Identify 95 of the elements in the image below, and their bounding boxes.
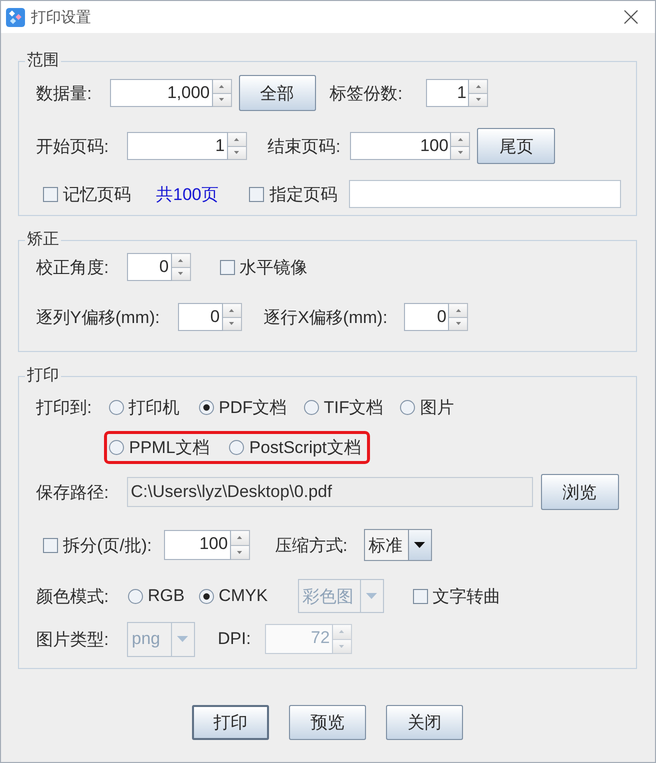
up-arrow-icon (237, 536, 242, 540)
spin-up-button[interactable] (212, 79, 232, 92)
radio-button[interactable] (198, 588, 214, 604)
number-field[interactable]: 1 (426, 79, 470, 107)
field-label: 结束页码: (268, 136, 340, 158)
window-title: 打印设置 (31, 8, 92, 26)
radio-label[interactable]: RGB (148, 586, 185, 606)
spin-down-button[interactable] (451, 146, 470, 160)
spin-up-button[interactable] (230, 530, 250, 544)
app-icon (6, 8, 25, 26)
dropdown[interactable]: 标准 (364, 529, 432, 561)
checkbox[interactable] (43, 538, 58, 552)
preview-button[interactable]: 预览 (289, 705, 366, 740)
radio-label[interactable]: CMYK (218, 586, 268, 606)
spin-up-button[interactable] (228, 132, 247, 146)
radio-button[interactable] (229, 440, 244, 455)
spin-up-button[interactable] (451, 132, 470, 146)
checkbox[interactable] (220, 260, 235, 274)
field-label: 打印到: (36, 396, 92, 418)
checkbox[interactable] (412, 588, 428, 604)
print-button[interactable]: 打印 (192, 705, 269, 740)
checkbox-label[interactable]: 水平镜像 (240, 256, 308, 278)
radio-button[interactable] (128, 588, 143, 604)
caret-icon (414, 542, 426, 548)
last-page-button[interactable]: 尾页 (477, 128, 556, 164)
spin-up-button[interactable] (222, 303, 242, 316)
radio-label[interactable]: PostScript文档 (249, 436, 361, 459)
spin-up-button[interactable] (469, 79, 488, 92)
spin-up-button[interactable] (449, 303, 468, 316)
spin-up-button[interactable] (172, 253, 191, 266)
field-label: 逐列Y偏移(mm): (36, 306, 160, 328)
group-title: 范围 (26, 51, 60, 71)
field-label: 逐行X偏移(mm): (264, 306, 388, 328)
field-label: 数据量: (36, 82, 92, 104)
close-icon[interactable] (624, 10, 638, 24)
radio-button[interactable] (400, 400, 416, 414)
field-label: 标签份数: (330, 82, 402, 104)
radio-label[interactable]: PDF文档 (218, 396, 287, 418)
down-arrow-icon (219, 98, 224, 102)
number-field[interactable]: 100 (164, 530, 231, 560)
radio-button[interactable] (109, 440, 124, 455)
field-label: 颜色模式: (36, 586, 109, 608)
radio-button[interactable] (108, 400, 124, 414)
down-arrow-icon (237, 550, 242, 554)
checkbox-label[interactable]: 指定页码 (269, 182, 338, 206)
select-all-button[interactable]: 全部 (238, 75, 316, 111)
spin-down-button[interactable] (469, 92, 488, 107)
up-arrow-icon (234, 138, 240, 141)
text-field[interactable]: C:\Users\lyz\Desktop\0.pdf (126, 477, 533, 507)
checkbox-label[interactable]: 文字转曲 (432, 584, 501, 608)
close-button[interactable]: 关闭 (386, 705, 463, 740)
radio-label[interactable]: 图片 (420, 396, 454, 418)
number-field[interactable]: 1,000 (110, 79, 213, 107)
number-field[interactable]: 0 (404, 303, 450, 331)
field-label: 压缩方式: (274, 534, 348, 556)
radio-label[interactable]: PPML文档 (129, 436, 210, 459)
group-title: 矫正 (26, 230, 60, 250)
checkbox-label[interactable]: 拆分(页/批): (63, 534, 152, 556)
field-label: 校正角度: (36, 256, 109, 278)
down-arrow-icon (178, 272, 184, 276)
down-arrow-icon (234, 151, 240, 154)
field-label: 保存路径: (36, 482, 109, 504)
down-arrow-icon (339, 644, 344, 648)
checkbox-label[interactable]: 记忆页码 (63, 182, 131, 206)
field-label: 开始页码: (36, 136, 109, 158)
caret-icon (366, 593, 378, 599)
field-label: DPI: (218, 629, 251, 649)
down-arrow-icon (456, 322, 461, 326)
field-label: 图片类型: (36, 628, 109, 650)
radio-button[interactable] (198, 400, 214, 414)
text-field[interactable] (349, 180, 622, 208)
checkbox[interactable] (249, 186, 264, 202)
group-title: 打印 (26, 366, 60, 386)
number-field[interactable]: 0 (126, 253, 172, 281)
page-count-text: 共100页 (156, 184, 218, 206)
radio-label[interactable]: TIF文档 (324, 396, 384, 418)
up-arrow-icon (339, 630, 344, 634)
checkbox[interactable] (43, 186, 58, 202)
up-arrow-icon (476, 84, 481, 88)
down-arrow-icon (458, 151, 463, 154)
caret-icon (177, 636, 188, 642)
number-field[interactable]: 100 (350, 132, 452, 160)
up-arrow-icon (178, 258, 184, 262)
down-arrow-icon (229, 322, 234, 326)
spin-down-button[interactable] (449, 316, 468, 331)
up-arrow-icon (229, 308, 234, 312)
up-arrow-icon (456, 308, 461, 312)
up-arrow-icon (458, 138, 463, 141)
up-arrow-icon (219, 84, 224, 88)
radio-label[interactable]: 打印机 (128, 396, 180, 418)
number-field[interactable]: 0 (178, 303, 223, 331)
down-arrow-icon (476, 98, 481, 102)
radio-button[interactable] (304, 400, 319, 414)
number-field[interactable]: 1 (126, 132, 228, 160)
browse-button[interactable]: 浏览 (540, 474, 619, 510)
